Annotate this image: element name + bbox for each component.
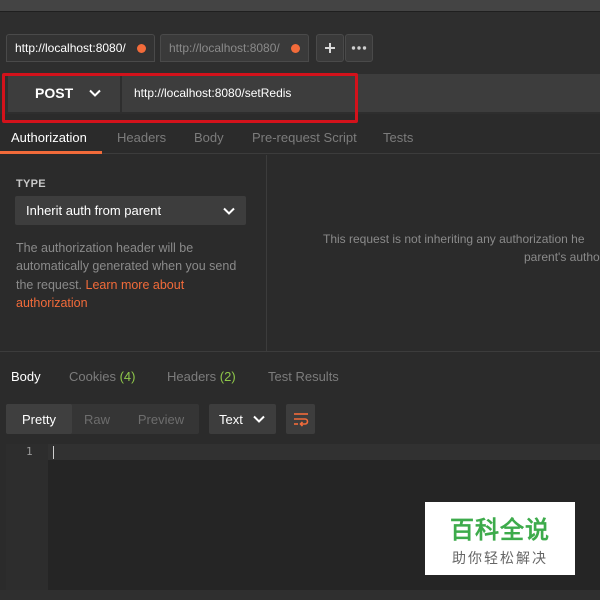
url-text: http://localhost:8080/setRedis: [134, 86, 292, 100]
chevron-down-icon: [89, 89, 101, 97]
auth-panel: TYPE Inherit auth from parent The author…: [0, 155, 267, 351]
tab-test-results[interactable]: Test Results: [268, 369, 339, 384]
raw-button[interactable]: Raw: [72, 404, 122, 434]
method-select[interactable]: POST: [8, 74, 120, 112]
active-tab-indicator: [0, 151, 102, 154]
url-input[interactable]: http://localhost:8080/setRedis: [122, 74, 600, 112]
auth-description: The authorization header will be automat…: [16, 239, 256, 312]
request-tab-label: http://localhost:8080/: [169, 41, 280, 55]
wrap-lines-button[interactable]: [286, 404, 315, 434]
watermark-title: 百科全说: [450, 517, 550, 544]
new-tab-button[interactable]: [316, 34, 344, 62]
auth-type-select[interactable]: Inherit auth from parent: [15, 196, 246, 225]
line-number: 1: [26, 445, 33, 458]
tab-tests[interactable]: Tests: [383, 130, 413, 145]
text-cursor: [53, 446, 54, 459]
watermark-subtitle: 助你轻松解决: [452, 550, 548, 566]
unsaved-dot-icon: [291, 44, 300, 53]
status-bar: [0, 590, 600, 600]
chevron-down-icon: [253, 415, 265, 423]
method-label: POST: [35, 85, 74, 101]
request-subtabs: Authorization Headers Body Pre-request S…: [0, 122, 600, 154]
auth-type-label: TYPE: [16, 178, 46, 190]
tab-cookies[interactable]: Cookies (4): [69, 369, 135, 384]
chevron-down-icon: [223, 207, 235, 215]
not-inheriting-message: This request is not inheriting any autho…: [323, 232, 585, 246]
request-bar: POST http://localhost:8080/setRedis: [0, 70, 600, 114]
active-line: [48, 444, 600, 460]
cookies-label: Cookies: [69, 369, 116, 384]
more-tabs-button[interactable]: [345, 34, 373, 62]
tab-pre-request-script[interactable]: Pre-request Script: [252, 130, 357, 145]
headers-label: Headers: [167, 369, 217, 384]
request-tab-label: http://localhost:8080/: [15, 41, 126, 55]
tab-authorization[interactable]: Authorization: [11, 130, 87, 145]
title-bar: [0, 0, 600, 12]
pretty-button[interactable]: Pretty: [6, 404, 72, 434]
request-tab-1[interactable]: http://localhost:8080/: [6, 34, 155, 62]
headers-count: (2): [219, 369, 236, 384]
watermark: 百科全说 助你轻松解决: [425, 502, 575, 575]
request-tab-2[interactable]: http://localhost:8080/: [160, 34, 309, 62]
tab-headers[interactable]: Headers: [117, 130, 166, 145]
response-tabs: Body Cookies (4) Headers (2) Test Result…: [0, 352, 600, 394]
wrap-lines-icon: [293, 413, 308, 427]
format-value: Text: [219, 411, 243, 427]
not-inheriting-message-cont: parent's autho: [524, 250, 600, 264]
line-gutter: 1: [6, 444, 48, 590]
plus-icon: [325, 43, 335, 53]
ellipsis-icon: [351, 46, 367, 50]
tab-response-headers[interactable]: Headers (2): [167, 369, 236, 384]
tab-body[interactable]: Body: [194, 130, 224, 145]
request-tab-strip: http://localhost:8080/ http://localhost:…: [0, 12, 600, 70]
format-select[interactable]: Text: [209, 404, 276, 434]
tab-response-body[interactable]: Body: [11, 369, 41, 384]
view-mode-group: Pretty Raw Preview: [6, 404, 199, 434]
unsaved-dot-icon: [137, 44, 146, 53]
cookies-count: (4): [119, 369, 136, 384]
preview-button[interactable]: Preview: [126, 404, 196, 434]
auth-type-value: Inherit auth from parent: [26, 203, 162, 218]
